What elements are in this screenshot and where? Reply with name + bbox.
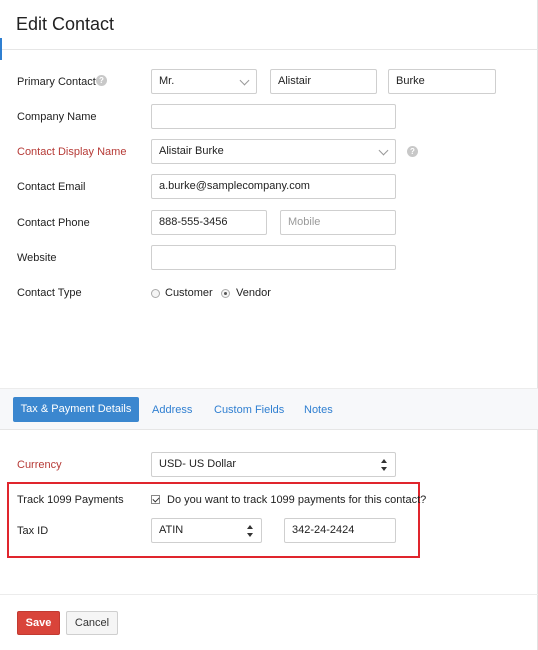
edit-contact-page: Edit Contact Primary Contact ? Mr. Alist… <box>0 0 538 650</box>
email-label: Contact Email <box>17 181 86 193</box>
primary-contact-label: Primary Contact <box>17 76 96 88</box>
currency-value: USD- US Dollar <box>159 458 237 470</box>
footer-divider <box>0 594 538 595</box>
company-name-label: Company Name <box>17 111 97 123</box>
tax-id-type-value: ATIN <box>159 524 184 536</box>
salutation-value: Mr. <box>159 75 175 87</box>
website-input[interactable] <box>151 245 396 270</box>
select-arrows-icon <box>381 459 388 471</box>
tax-id-input[interactable]: 342-24-2424 <box>284 518 396 543</box>
display-name-select[interactable]: Alistair Burke <box>151 139 396 164</box>
website-label: Website <box>17 252 57 264</box>
vendor-radio-label: Vendor <box>236 287 271 299</box>
chevron-down-icon <box>378 145 389 156</box>
help-icon[interactable]: ? <box>407 146 418 157</box>
currency-select[interactable]: USD- US Dollar <box>151 452 396 477</box>
save-button[interactable]: Save <box>17 611 60 635</box>
currency-label: Currency <box>17 459 62 471</box>
select-arrows-icon <box>247 525 254 537</box>
customer-radio[interactable] <box>151 289 160 298</box>
salutation-select[interactable]: Mr. <box>151 69 257 94</box>
company-name-input[interactable] <box>151 104 396 129</box>
page-header: Edit Contact <box>0 0 538 50</box>
tab-address[interactable]: Address <box>152 404 192 416</box>
mobile-phone-input[interactable]: Mobile <box>280 210 396 235</box>
tax-id-type-select[interactable]: ATIN <box>151 518 262 543</box>
customer-radio-label: Customer <box>165 287 213 299</box>
tax-id-label: Tax ID <box>17 525 49 537</box>
track-1099-label: Track 1099 Payments <box>17 494 124 506</box>
help-icon[interactable]: ? <box>96 75 107 86</box>
tab-notes[interactable]: Notes <box>304 404 333 416</box>
work-phone-input[interactable]: 888-555-3456 <box>151 210 267 235</box>
tab-tax-payment-details[interactable]: Tax & Payment Details <box>13 397 139 422</box>
display-name-value: Alistair Burke <box>159 145 224 157</box>
vendor-radio[interactable] <box>221 289 230 298</box>
first-name-input[interactable]: Alistair <box>270 69 377 94</box>
chevron-down-icon <box>239 75 250 86</box>
phone-label: Contact Phone <box>17 217 90 229</box>
tab-custom-fields[interactable]: Custom Fields <box>214 404 284 416</box>
display-name-label: Contact Display Name <box>17 146 127 158</box>
left-accent-bar <box>0 38 2 60</box>
track-1099-checkbox[interactable] <box>151 495 160 504</box>
cancel-button[interactable]: Cancel <box>66 611 118 635</box>
email-field[interactable]: a.burke@samplecompany.com <box>151 174 396 199</box>
contact-type-label: Contact Type <box>17 287 82 299</box>
track-1099-checkbox-text: Do you want to track 1099 payments for t… <box>167 494 427 506</box>
last-name-input[interactable]: Burke <box>388 69 496 94</box>
page-title: Edit Contact <box>16 14 115 34</box>
